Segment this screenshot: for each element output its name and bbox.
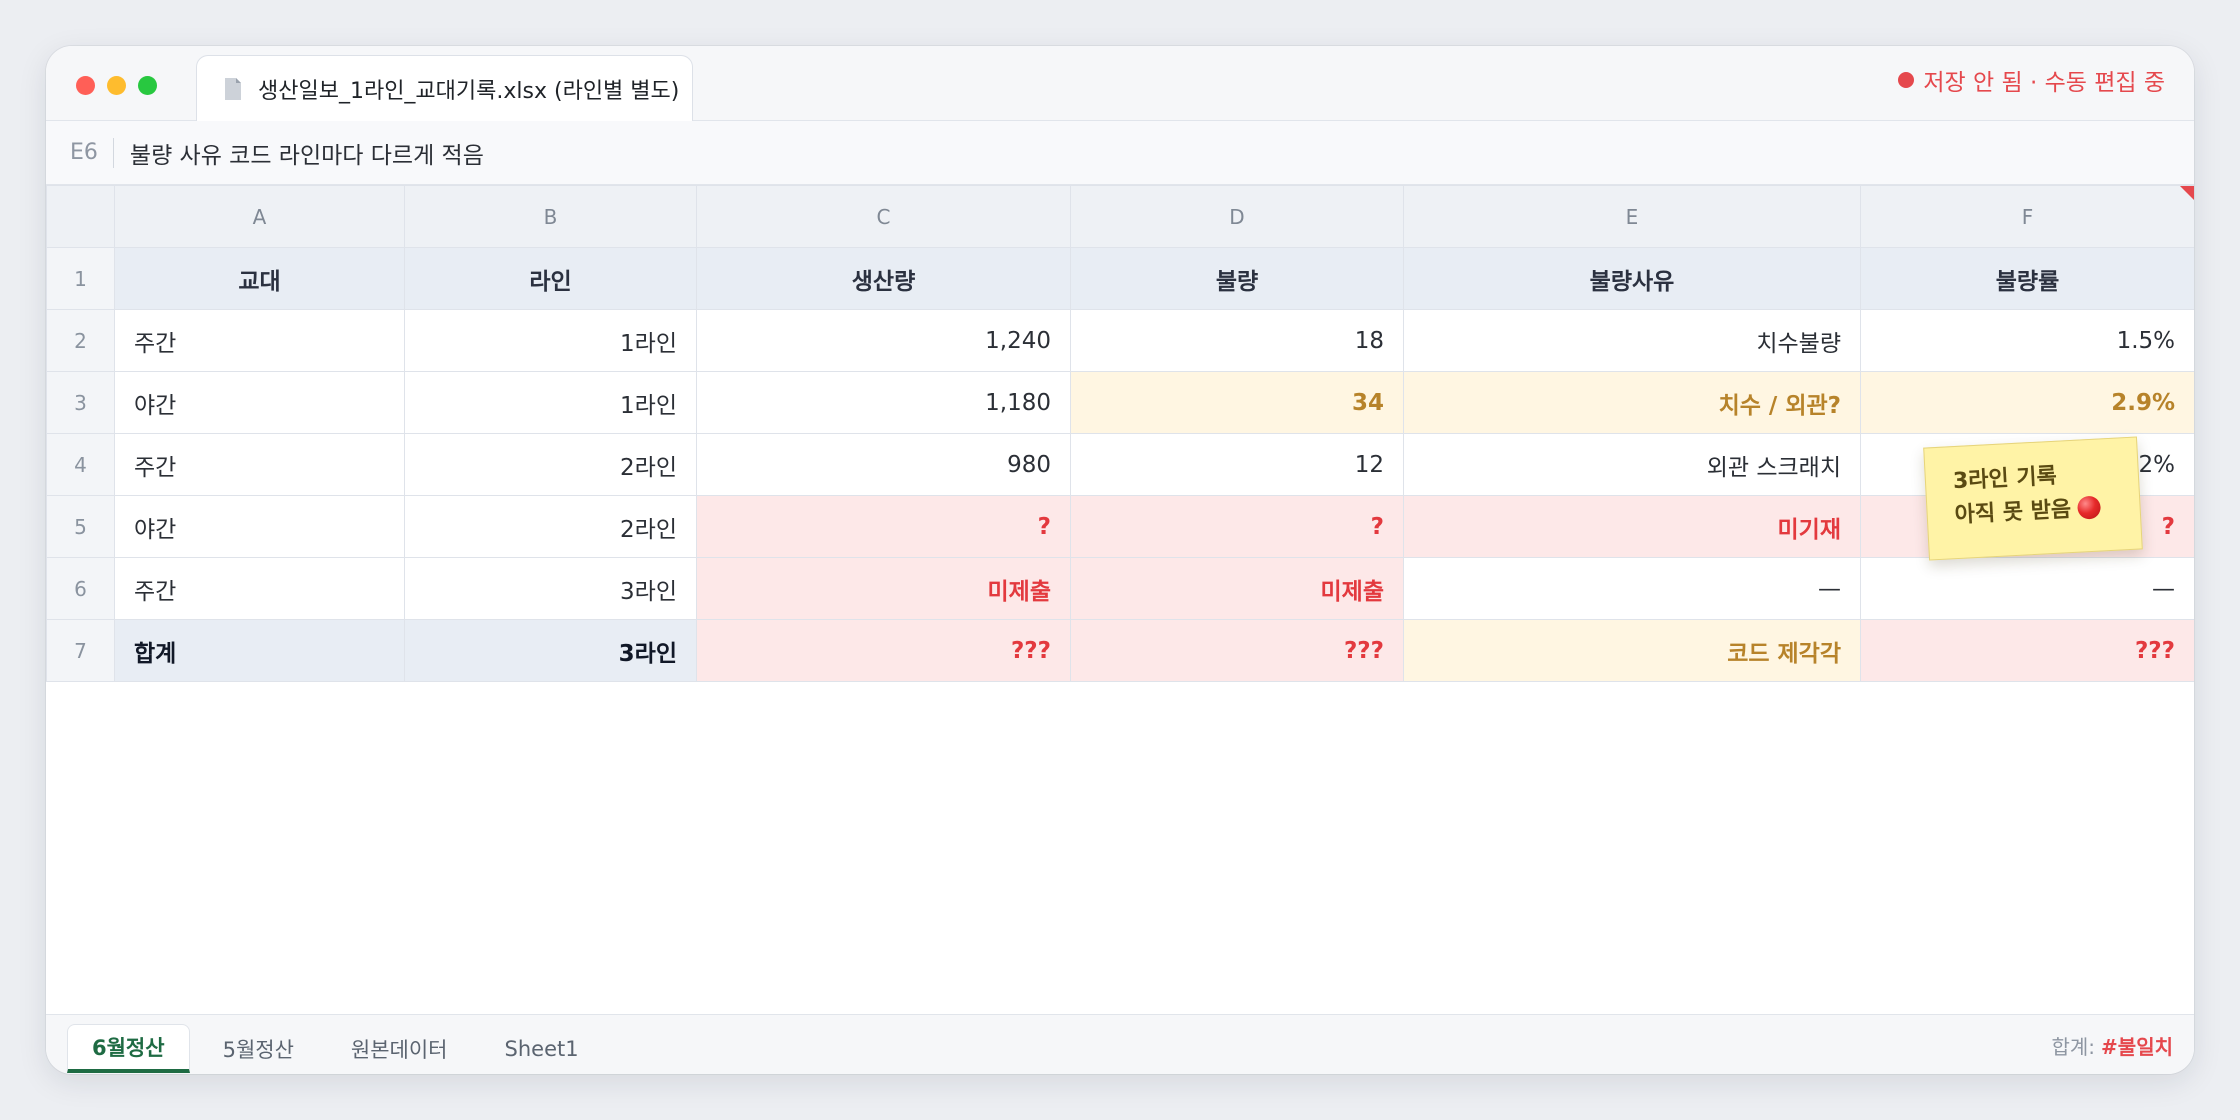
- cell-a5[interactable]: 야간: [114, 495, 405, 558]
- formula-bar: E6 불량 사유 코드 라인마다 다르게 적음: [46, 121, 2194, 185]
- cell-e6[interactable]: —: [1403, 557, 1861, 620]
- table-row: 1 교대 라인 생산량 불량 불량사유 불량률: [46, 247, 2194, 310]
- minimize-window-button[interactable]: [107, 76, 126, 95]
- cell-c6[interactable]: 미제출: [696, 557, 1071, 620]
- table-row: 6 주간 3라인 미제출 미제출 — —: [46, 557, 2194, 620]
- cell-d4[interactable]: 12: [1070, 433, 1404, 496]
- spreadsheet-grid: A B C D E F 1 교대 라인 생산량 불량 불량사유 불량률 2 주간…: [46, 185, 2194, 682]
- cell-c7[interactable]: ???: [696, 619, 1071, 682]
- cell-d6[interactable]: 미제출: [1070, 557, 1404, 620]
- cell-c2[interactable]: 1,240: [696, 309, 1071, 372]
- cell-f6[interactable]: —: [1860, 557, 2194, 620]
- cell-c5[interactable]: ?: [696, 495, 1071, 558]
- row-header-1[interactable]: 1: [46, 247, 115, 310]
- sum-value: #불일치: [2101, 1034, 2173, 1059]
- formula-input[interactable]: 불량 사유 코드 라인마다 다르게 적음: [130, 136, 484, 170]
- formula-divider: [112, 137, 114, 168]
- sticky-note-line-2-text: 아직 못 받음: [1954, 497, 2072, 529]
- row-header-3[interactable]: 3: [46, 371, 115, 434]
- cell-f2[interactable]: 1.5%: [1860, 309, 2194, 372]
- cell-reference[interactable]: E6: [70, 140, 98, 165]
- table-row: 4 주간 2라인 980 12 외관 스크래치 2%: [46, 433, 2194, 496]
- cell-f3[interactable]: 2.9%: [1860, 371, 2194, 434]
- cell-e3[interactable]: 치수 / 외관?: [1403, 371, 1861, 434]
- sheet-tab-raw-data[interactable]: 원본데이터: [327, 1024, 472, 1073]
- cell-b1[interactable]: 라인: [404, 247, 697, 310]
- column-header-c[interactable]: C: [696, 185, 1071, 248]
- row-header-7[interactable]: 7: [46, 619, 115, 682]
- row-header-6[interactable]: 6: [46, 557, 115, 620]
- cell-e4[interactable]: 외관 스크래치: [1403, 433, 1861, 496]
- spreadsheet-window: 생산일보_1라인_교대기록.xlsx (라인별 별도) 저장 안 됨 · 수동 …: [46, 46, 2194, 1074]
- select-all-corner[interactable]: [46, 185, 115, 248]
- cell-a1[interactable]: 교대: [114, 247, 405, 310]
- cell-b7[interactable]: 3라인: [404, 619, 697, 682]
- cell-f7[interactable]: ???: [1860, 619, 2194, 682]
- cell-d7[interactable]: ???: [1070, 619, 1404, 682]
- sum-label: 합계:: [2051, 1034, 2096, 1059]
- cell-b4[interactable]: 2라인: [404, 433, 697, 496]
- column-header-a[interactable]: A: [114, 185, 405, 248]
- sheet-tab-sheet1[interactable]: Sheet1: [481, 1024, 603, 1073]
- cell-e1[interactable]: 불량사유: [1403, 247, 1861, 310]
- sticky-note[interactable]: 3라인 기록 아직 못 받음: [1923, 436, 2143, 561]
- red-dot-icon: [1898, 72, 1915, 88]
- close-window-button[interactable]: [76, 76, 95, 95]
- cell-e5[interactable]: 미기재: [1403, 495, 1861, 558]
- table-row: 5 야간 2라인 ? ? 미기재 ?: [46, 495, 2194, 558]
- save-status: 저장 안 됨 · 수동 편집 중: [1898, 63, 2165, 97]
- sheet-tabs: 6월정산 5월정산 원본데이터 Sheet1: [67, 1024, 603, 1073]
- column-header-row: A B C D E F: [46, 185, 2194, 248]
- cell-a7[interactable]: 합계: [114, 619, 405, 682]
- title-bar: 생산일보_1라인_교대기록.xlsx (라인별 별도) 저장 안 됨 · 수동 …: [46, 46, 2194, 122]
- cell-b2[interactable]: 1라인: [404, 309, 697, 372]
- cell-b5[interactable]: 2라인: [404, 495, 697, 558]
- row-header-4[interactable]: 4: [46, 433, 115, 496]
- cell-f1[interactable]: 불량률: [1860, 247, 2194, 310]
- cell-d5[interactable]: ?: [1070, 495, 1404, 558]
- cell-d3[interactable]: 34: [1070, 371, 1404, 434]
- column-header-d[interactable]: D: [1070, 185, 1404, 248]
- table-row: 2 주간 1라인 1,240 18 치수불량 1.5%: [46, 309, 2194, 372]
- row-header-5[interactable]: 5: [46, 495, 115, 558]
- cell-d1[interactable]: 불량: [1070, 247, 1404, 310]
- cell-e2[interactable]: 치수불량: [1403, 309, 1861, 372]
- cell-b3[interactable]: 1라인: [404, 371, 697, 434]
- save-status-text: 저장 안 됨 · 수동 편집 중: [1923, 70, 2165, 96]
- cell-e7[interactable]: 코드 제각각: [1403, 619, 1861, 682]
- red-circle-icon: [2076, 495, 2101, 520]
- cell-a4[interactable]: 주간: [114, 433, 405, 496]
- sheet-tab-june[interactable]: 6월정산: [67, 1024, 190, 1073]
- row-header-2[interactable]: 2: [46, 309, 115, 372]
- cell-a2[interactable]: 주간: [114, 309, 405, 372]
- sheet-tab-may[interactable]: 5월정산: [199, 1024, 318, 1073]
- file-tab[interactable]: 생산일보_1라인_교대기록.xlsx (라인별 별도): [196, 55, 693, 122]
- file-icon: [223, 77, 243, 101]
- cell-d2[interactable]: 18: [1070, 309, 1404, 372]
- cell-a3[interactable]: 야간: [114, 371, 405, 434]
- table-row: 7 합계 3라인 ??? ??? 코드 제각각 ???: [46, 619, 2194, 682]
- sheet-tab-bar: 6월정산 5월정산 원본데이터 Sheet1 합계: #불일치: [46, 1014, 2194, 1074]
- file-tab-label: 생산일보_1라인_교대기록.xlsx (라인별 별도): [258, 79, 680, 104]
- zoom-window-button[interactable]: [138, 76, 157, 95]
- sum-status: 합계: #불일치: [2051, 1028, 2173, 1062]
- comment-indicator-icon: [2180, 186, 2194, 200]
- column-header-b[interactable]: B: [404, 185, 697, 248]
- cell-c4[interactable]: 980: [696, 433, 1071, 496]
- cell-c1[interactable]: 생산량: [696, 247, 1071, 310]
- cell-c3[interactable]: 1,180: [696, 371, 1071, 434]
- table-row: 3 야간 1라인 1,180 34 치수 / 외관? 2.9%: [46, 371, 2194, 434]
- cell-a6[interactable]: 주간: [114, 557, 405, 620]
- column-header-e[interactable]: E: [1403, 185, 1861, 248]
- column-header-f[interactable]: F: [1860, 185, 2194, 248]
- cell-b6[interactable]: 3라인: [404, 557, 697, 620]
